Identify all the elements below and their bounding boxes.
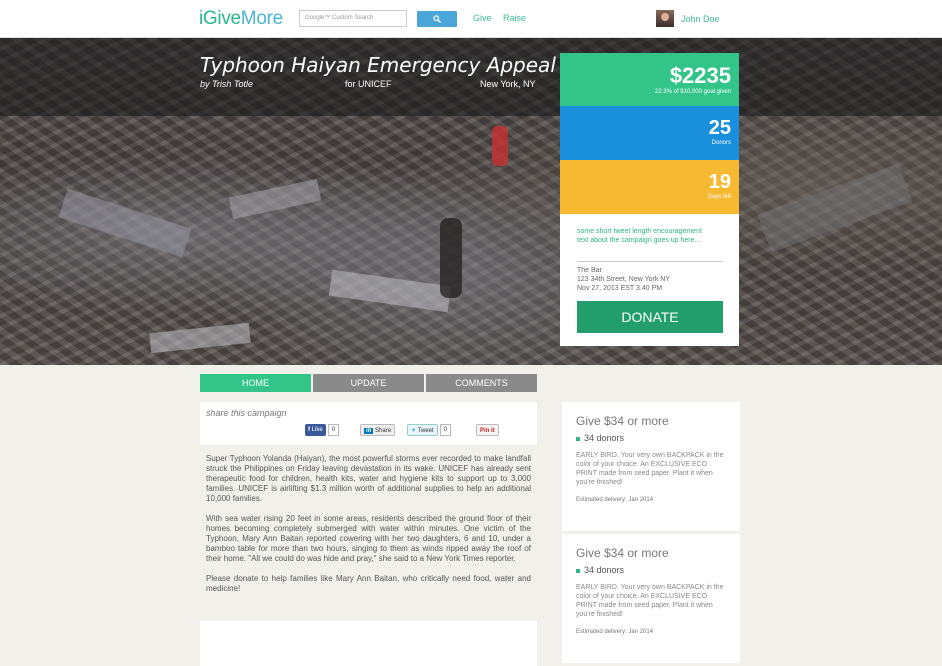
tweet-text[interactable]: some short tweet length encouragement te… — [577, 227, 707, 245]
pinterest-button[interactable]: Pin it — [476, 424, 499, 436]
goal-progress-label: 22.3% of $10,000 goal given — [654, 89, 731, 95]
reward-donor-count: 34 donors — [584, 565, 625, 575]
nav-raise-link[interactable]: Raise — [503, 13, 526, 23]
reward-description: EARLY BIRD. Your very own BACKPACK in th… — [576, 452, 724, 486]
logo-text: iGive — [199, 8, 241, 29]
campaign-info-box: some short tweet length encouragement te… — [560, 214, 739, 346]
logo-accent-text: More — [240, 8, 283, 29]
campaign-story: Super Typhoon Yolanda (Haiyan), the most… — [200, 446, 537, 604]
like-count: 0 — [327, 424, 340, 436]
story-paragraph: Please donate to help families like Mary… — [206, 574, 531, 593]
linkedin-share-button[interactable]: in Share — [360, 424, 396, 436]
site-logo[interactable]: iGiveMore — [199, 8, 283, 30]
bullet-icon — [576, 568, 580, 573]
tweet-button[interactable]: ✦ Tweet 0 — [407, 424, 451, 436]
pin-label: Pin it — [476, 424, 499, 436]
donate-button[interactable]: DONATE — [577, 301, 723, 333]
linkedin-icon: in — [364, 428, 374, 434]
bullet-icon — [576, 436, 580, 441]
event-details: The Bar 123 34th Street, New York NY Nov… — [577, 266, 670, 293]
days-left-count: 19 — [708, 171, 731, 193]
tab-update[interactable]: UPDATE — [313, 374, 424, 392]
venue-address: 123 34th Street, New York NY — [577, 276, 670, 283]
hero-title-band — [0, 38, 942, 116]
reward-description: EARLY BIRD. Your very own BACKPACK in th… — [576, 584, 724, 618]
days-left-label: Days left — [707, 194, 731, 200]
search-icon — [433, 15, 441, 23]
reward-donors: 34 donors — [576, 433, 726, 443]
content-box — [200, 621, 537, 666]
search-input[interactable]: Google™ Custom Search — [299, 10, 407, 27]
donors-count: 25 — [708, 117, 731, 139]
event-date: Nov 27, 2013 EST 3.40 PM — [577, 285, 663, 292]
campaign-author[interactable]: by Trish Totle — [200, 79, 253, 89]
hero-image — [0, 38, 942, 365]
share-title: share this campaign — [206, 408, 287, 418]
like-label: Like — [311, 427, 323, 433]
reward-delivery: Estimated delivery: Jan 2014 — [576, 629, 654, 635]
share-label: Share — [375, 428, 392, 434]
venue-name: The Bar — [577, 267, 602, 274]
amount-raised-value: $2235 — [669, 63, 731, 88]
user-avatar[interactable] — [656, 10, 674, 27]
divider — [577, 261, 723, 262]
twitter-icon: ✦ — [411, 428, 417, 434]
reward-title: Give $34 or more — [576, 546, 669, 560]
top-navbar: iGiveMore Google™ Custom Search Give Rai… — [0, 0, 942, 38]
user-name[interactable]: John Doe — [681, 14, 720, 24]
facebook-like-button[interactable]: f Like 0 — [305, 424, 340, 436]
story-paragraph: Super Typhoon Yolanda (Haiyan), the most… — [206, 454, 531, 503]
donors-label: Donors — [711, 140, 731, 146]
search-button[interactable] — [417, 11, 457, 27]
tab-home[interactable]: HOME — [200, 374, 311, 392]
story-paragraph: With sea water rising 20 feet in some ar… — [206, 514, 531, 563]
tweet-label: Tweet — [417, 428, 434, 434]
reward-donors: 34 donors — [576, 565, 726, 575]
days-left-panel: 19 Days left — [560, 160, 739, 214]
campaign-title: Typhoon Haiyan Emergency Appeal — [200, 53, 556, 77]
reward-donor-count: 34 donors — [584, 433, 625, 443]
reward-title: Give $34 or more — [576, 414, 669, 428]
nav-give-link[interactable]: Give — [473, 13, 492, 23]
share-panel: share this campaign f Like 0 in Share ✦ … — [200, 402, 537, 445]
campaign-location: New York, NY — [480, 79, 536, 89]
campaign-organization[interactable]: for UNICEF — [345, 79, 392, 89]
donors-panel: 25 Donors — [560, 106, 739, 160]
reward-card[interactable]: Give $34 or more 34 donors EARLY BIRD. Y… — [562, 534, 740, 663]
reward-delivery: Estimated delivery: Jan 2014 — [576, 497, 654, 503]
reward-card[interactable]: Give $34 or more 34 donors EARLY BIRD. Y… — [562, 402, 740, 531]
tab-comments[interactable]: COMMENTS — [426, 374, 537, 392]
amount-raised-panel: $2235 22.3% of $10,000 goal given — [560, 53, 739, 106]
tweet-count: 0 — [439, 424, 451, 436]
